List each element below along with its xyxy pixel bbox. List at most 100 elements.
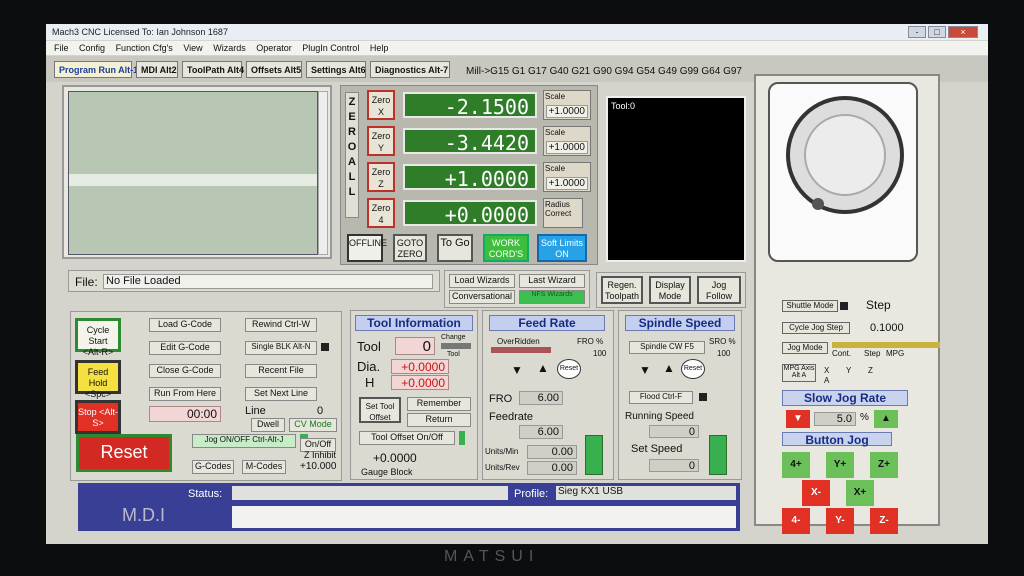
jog-y-plus-button[interactable]: Y+ bbox=[826, 452, 854, 478]
menu-plugin-control[interactable]: PlugIn Control bbox=[302, 43, 359, 53]
reset-button[interactable]: Reset bbox=[76, 434, 172, 472]
feed-slider[interactable] bbox=[585, 435, 603, 475]
jog-x-plus-button[interactable]: X+ bbox=[846, 480, 874, 506]
menu-function-cfgs[interactable]: Function Cfg's bbox=[116, 43, 173, 53]
fro-down-arrow-icon[interactable]: ▼ bbox=[511, 363, 523, 377]
fro-up-arrow-icon[interactable]: ▲ bbox=[537, 361, 549, 375]
slow-rate-down-icon[interactable]: ▼ bbox=[786, 410, 810, 428]
cycle-start-button[interactable]: Cycle Start <Alt-R> bbox=[75, 318, 121, 357]
rewind-button[interactable]: Rewind Ctrl-W bbox=[245, 318, 317, 332]
fro-value[interactable]: 6.00 bbox=[519, 391, 563, 405]
jog-z-plus-button[interactable]: Z+ bbox=[870, 452, 898, 478]
jog-mode-button[interactable]: Jog Mode bbox=[782, 342, 828, 354]
dro-4-value[interactable]: +0.0000 bbox=[403, 200, 537, 227]
set-speed-value[interactable]: 0 bbox=[649, 459, 699, 472]
toolpath-scrollbar[interactable] bbox=[318, 91, 328, 255]
goto-zero-button[interactable]: GOTO ZERO bbox=[393, 234, 427, 262]
stop-button[interactable]: Stop <Alt-S> bbox=[75, 400, 121, 434]
mpg-axis-button[interactable]: MPG Axis Alt A bbox=[782, 364, 816, 382]
jog-x-minus-button[interactable]: X- bbox=[802, 480, 830, 506]
toolpath-view[interactable] bbox=[68, 91, 318, 255]
close-button[interactable]: × bbox=[948, 26, 978, 38]
menu-file[interactable]: File bbox=[54, 43, 69, 53]
menu-wizards[interactable]: Wizards bbox=[213, 43, 246, 53]
sro-down-arrow-icon[interactable]: ▼ bbox=[639, 363, 651, 377]
spindle-slider[interactable] bbox=[709, 435, 727, 475]
run-from-here-button[interactable]: Run From Here bbox=[149, 387, 221, 401]
tab-toolpath[interactable]: ToolPath Alt4 bbox=[182, 61, 244, 78]
conversational-button[interactable]: Conversational bbox=[449, 290, 515, 304]
nfs-wizards-button[interactable]: NFS Wizards bbox=[519, 290, 585, 304]
jog-onoff-button[interactable]: Jog ON/OFF Ctrl-Alt-J bbox=[192, 434, 296, 448]
sro-up-arrow-icon[interactable]: ▲ bbox=[663, 361, 675, 375]
tool-number[interactable]: 0 bbox=[395, 337, 435, 355]
tool-diameter[interactable]: +0.0000 bbox=[391, 359, 449, 374]
set-tool-offset-button[interactable]: Set Tool Offset bbox=[359, 397, 401, 423]
tab-offsets[interactable]: Offsets Alt5 bbox=[246, 61, 302, 78]
shuttle-mode-button[interactable]: Shuttle Mode bbox=[782, 300, 838, 312]
zero-4-button[interactable]: Zero 4 bbox=[367, 198, 395, 228]
jog-y-minus-button[interactable]: Y- bbox=[826, 508, 854, 534]
dro-x-value[interactable]: -2.1500 bbox=[403, 92, 537, 119]
menu-help[interactable]: Help bbox=[370, 43, 389, 53]
spindle-cw-button[interactable]: Spindle CW F5 bbox=[629, 341, 705, 354]
jog-follow-button[interactable]: Jog Follow bbox=[697, 276, 741, 304]
z-inhibit-value[interactable]: +10.000 bbox=[300, 461, 336, 472]
zero-z-button[interactable]: Zero Z bbox=[367, 162, 395, 192]
mdi-input[interactable] bbox=[232, 506, 736, 528]
scale-x-value[interactable]: +1.0000 bbox=[546, 105, 588, 118]
menu-config[interactable]: Config bbox=[79, 43, 105, 53]
single-block-button[interactable]: Single BLK Alt-N bbox=[245, 341, 317, 355]
tab-settings[interactable]: Settings Alt6 bbox=[306, 61, 366, 78]
last-wizard-button[interactable]: Last Wizard bbox=[519, 274, 585, 288]
offline-button[interactable]: OFFLINE bbox=[347, 234, 387, 262]
menu-operator[interactable]: Operator bbox=[256, 43, 292, 53]
soft-limits-button[interactable]: Soft Limits ON bbox=[537, 234, 587, 262]
set-next-line-button[interactable]: Set Next Line bbox=[245, 387, 317, 401]
mpg-wheel-icon[interactable] bbox=[786, 96, 904, 214]
recent-file-button[interactable]: Recent File bbox=[245, 364, 317, 378]
load-wizards-button[interactable]: Load Wizards bbox=[449, 274, 515, 288]
maximize-button[interactable]: □ bbox=[928, 26, 946, 38]
cycle-jog-step-button[interactable]: Cycle Jog Step bbox=[782, 322, 850, 334]
menu-view[interactable]: View bbox=[183, 43, 202, 53]
load-gcode-button[interactable]: Load G-Code bbox=[149, 318, 221, 332]
fro-reset-button[interactable]: Reset bbox=[557, 359, 581, 379]
remember-button[interactable]: Remember bbox=[407, 397, 471, 411]
gauge-block-value[interactable]: +0.0000 bbox=[373, 451, 417, 465]
tool-height[interactable]: +0.0000 bbox=[391, 375, 449, 390]
edit-gcode-button[interactable]: Edit G-Code bbox=[149, 341, 221, 355]
mcodes-button[interactable]: M-Codes bbox=[242, 460, 286, 474]
line-value[interactable]: 0 bbox=[317, 405, 323, 417]
jog-step-value[interactable]: 0.1000 bbox=[870, 322, 904, 334]
scale-y-value[interactable]: +1.0000 bbox=[546, 141, 588, 154]
close-gcode-button[interactable]: Close G-Code bbox=[149, 364, 221, 378]
tool-offset-onoff-button[interactable]: Tool Offset On/Off bbox=[359, 431, 455, 445]
sro-reset-button[interactable]: Reset bbox=[681, 359, 705, 379]
flood-button[interactable]: Flood Ctrl-F bbox=[629, 391, 693, 404]
zero-all-button[interactable]: ZERO ALL bbox=[345, 92, 359, 218]
to-go-button[interactable]: To Go bbox=[437, 234, 473, 262]
jog-4-plus-button[interactable]: 4+ bbox=[782, 452, 810, 478]
dro-y-value[interactable]: -3.4420 bbox=[403, 128, 537, 155]
feed-hold-button[interactable]: Feed Hold <Spc> bbox=[75, 360, 121, 399]
tab-mdi[interactable]: MDI Alt2 bbox=[136, 61, 178, 78]
units-rev-label: Units/Rev bbox=[485, 463, 520, 472]
regen-toolpath-button[interactable]: Regen. Toolpath bbox=[601, 276, 643, 304]
jog-4-minus-button[interactable]: 4- bbox=[782, 508, 810, 534]
feedrate-value[interactable]: 6.00 bbox=[519, 425, 563, 439]
work-coords-button[interactable]: WORK CORD'S bbox=[483, 234, 529, 262]
dro-z-value[interactable]: +1.0000 bbox=[403, 164, 537, 191]
slow-rate-value[interactable]: 5.0 bbox=[814, 412, 856, 426]
tab-diagnostics[interactable]: Diagnostics Alt-7 bbox=[370, 61, 450, 78]
minimize-button[interactable]: - bbox=[908, 26, 926, 38]
jog-z-minus-button[interactable]: Z- bbox=[870, 508, 898, 534]
slow-rate-up-icon[interactable]: ▲ bbox=[874, 410, 898, 428]
return-button[interactable]: Return bbox=[407, 413, 471, 427]
scale-z-value[interactable]: +1.0000 bbox=[546, 177, 588, 190]
zero-x-button[interactable]: Zero X bbox=[367, 90, 395, 120]
zero-y-button[interactable]: Zero Y bbox=[367, 126, 395, 156]
gcodes-button[interactable]: G-Codes bbox=[192, 460, 234, 474]
tab-program-run[interactable]: Program Run Alt-1 bbox=[54, 61, 138, 78]
display-mode-button[interactable]: Display Mode bbox=[649, 276, 691, 304]
